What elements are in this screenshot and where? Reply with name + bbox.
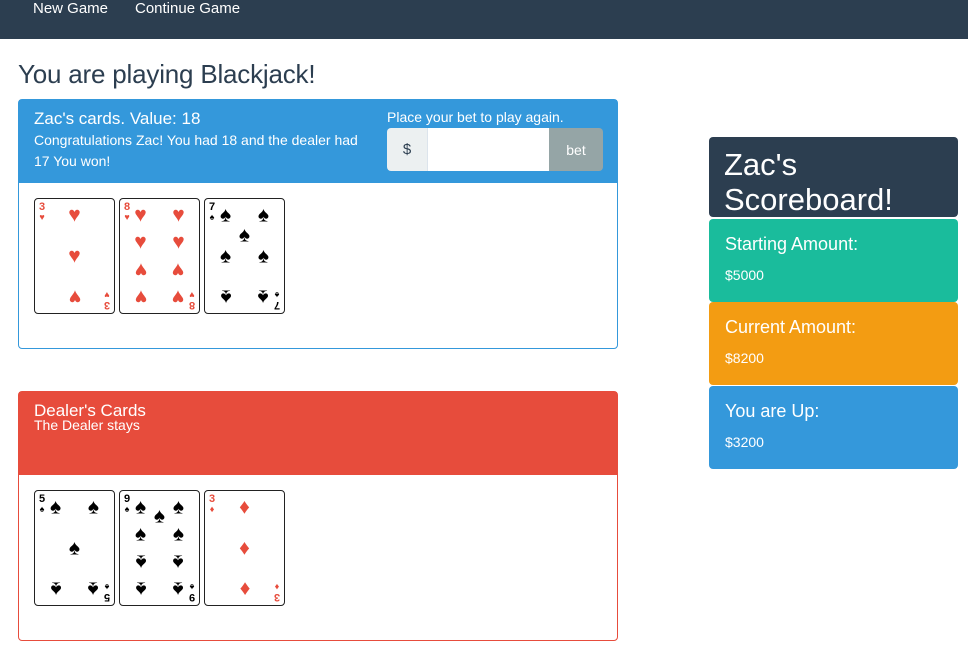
spades-icon: ♠ <box>68 536 81 560</box>
spades-icon: ♠ <box>87 495 100 519</box>
player-result-message: Congratulations Zac! You had 18 and the … <box>34 132 358 169</box>
player-cards-title: Zac's cards. Value: 18 <box>34 109 201 128</box>
net-gain-label: You are Up: <box>725 401 820 421</box>
spades-icon: ♠ <box>172 522 185 546</box>
spades-icon: ♠ <box>134 577 147 601</box>
player-panel: Zac's cards. Value: 18 Congratulations Z… <box>18 99 618 349</box>
hearts-icon: ♥ <box>68 244 81 268</box>
card-corner-index: 3 ♦ <box>207 494 217 515</box>
starting-amount-value: $5000 <box>725 267 764 283</box>
dealer-card-9-of-spades: 9 ♠ 9 ♠ ♠ ♠ ♠ ♠ ♠ ♠ ♠ ♠ ♠ <box>119 490 200 606</box>
hearts-icon: ♥ <box>134 258 147 282</box>
hearts-icon: ♥ <box>134 230 147 254</box>
diamonds-icon: ♦ <box>209 504 215 514</box>
current-amount-value: $8200 <box>725 350 764 366</box>
spades-icon: ♠ <box>238 223 251 247</box>
scoreboard-title: Zac's Scoreboard! <box>724 147 893 217</box>
player-panel-header: Zac's cards. Value: 18 Congratulations Z… <box>19 100 617 183</box>
spades-icon: ♠ <box>49 577 62 601</box>
spades-icon: ♠ <box>219 285 232 309</box>
top-navbar: New Game Continue Game <box>0 0 968 39</box>
continue-game-link[interactable]: Continue Game <box>135 0 240 17</box>
card-rank: 7 <box>273 299 281 311</box>
hearts-icon: ♥ <box>134 203 147 227</box>
spades-icon: ♠ <box>219 244 232 268</box>
starting-amount-label: Starting Amount: <box>725 234 859 254</box>
diamonds-icon: ♦ <box>239 577 250 601</box>
dealer-status-message: The Dealer stays <box>34 417 140 433</box>
dealer-panel-header: Dealer's Cards The Dealer stays <box>19 392 617 475</box>
dealer-panel: Dealer's Cards The Dealer stays 5 ♠ 5 ♠ ♠ ♠ ♠ ♠… <box>18 391 618 641</box>
spades-icon: ♠ <box>87 577 100 601</box>
net-gain-box: You are Up: $3200 <box>709 386 958 469</box>
card-rank: 3 <box>273 591 281 603</box>
player-card-8-of-hearts: 8 ♥ 8 ♥ ♥ ♥ ♥ ♥ ♥ ♥ ♥ ♥ <box>119 198 200 314</box>
spades-icon: ♠ <box>257 244 270 268</box>
new-game-link[interactable]: New Game <box>33 0 108 17</box>
scoreboard-title-box: Zac's Scoreboard! <box>709 137 958 217</box>
page-title: You are playing Blackjack! <box>18 59 316 89</box>
hearts-icon: ♥ <box>39 212 45 222</box>
card-rank: 5 <box>103 591 111 603</box>
diamonds-icon: ♦ <box>239 495 250 519</box>
spades-icon: ♠ <box>257 203 270 227</box>
player-card-3-of-hearts: 3 ♥ 3 ♥ ♥ ♥ ♥ <box>34 198 115 314</box>
card-rank: 8 <box>188 299 196 311</box>
card-corner-index: 3 ♥ <box>37 202 47 223</box>
dealer-card-3-of-diamonds: 3 ♦ 3 ♦ ♦ ♦ ♦ <box>204 490 285 606</box>
hearts-icon: ♥ <box>172 258 185 282</box>
hearts-icon: ♥ <box>104 290 110 300</box>
spades-icon: ♠ <box>172 495 185 519</box>
current-amount-box: Current Amount: $8200 <box>709 302 958 385</box>
hearts-icon: ♥ <box>134 285 147 309</box>
card-rank: 3 <box>103 299 111 311</box>
net-gain-value: $3200 <box>725 434 764 450</box>
spades-icon: ♠ <box>134 522 147 546</box>
spades-icon: ♠ <box>257 285 270 309</box>
bet-prompt: Place your bet to play again. <box>387 109 564 125</box>
card-corner-index: 3 ♥ <box>102 290 112 311</box>
currency-addon: $ <box>387 128 428 171</box>
bet-input-group: $ bet <box>387 128 603 171</box>
hearts-icon: ♥ <box>172 230 185 254</box>
bet-button[interactable]: bet <box>549 128 603 171</box>
bet-amount-input[interactable] <box>428 128 549 171</box>
hearts-icon: ♥ <box>172 285 185 309</box>
starting-amount-box: Starting Amount: $5000 <box>709 219 958 302</box>
spades-icon: ♠ <box>172 550 185 574</box>
hearts-icon: ♥ <box>68 203 81 227</box>
player-card-7-of-spades: 7 ♠ 7 ♠ ♠ ♠ ♠ ♠ ♠ ♠ ♠ <box>204 198 285 314</box>
card-rank: 9 <box>188 591 196 603</box>
spades-icon: ♠ <box>49 495 62 519</box>
diamonds-icon: ♦ <box>239 536 250 560</box>
dealer-card-5-of-spades: 5 ♠ 5 ♠ ♠ ♠ ♠ ♠ ♠ <box>34 490 115 606</box>
dealer-hand: 5 ♠ 5 ♠ ♠ ♠ ♠ ♠ ♠ 9 ♠ 9 ♠ ♠ ♠ ♠ ♠ ♠ ♠ ♠ ♠ ♠ 3 ♦ 3 ♦ ♦ ♦ ♦ <box>34 490 285 606</box>
spades-icon: ♠ <box>134 550 147 574</box>
spades-icon: ♠ <box>219 203 232 227</box>
current-amount-label: Current Amount: <box>725 317 857 337</box>
player-hand: 3 ♥ 3 ♥ ♥ ♥ ♥ 8 ♥ 8 ♥ ♥ ♥ ♥ ♥ ♥ ♥ ♥ ♥ 7 ♠ 7 ♠ ♠ ♠ ♠ ♠ ♠ ♠ ♠ <box>34 198 285 314</box>
hearts-icon: ♥ <box>68 285 81 309</box>
card-corner-index: 3 ♦ <box>272 582 282 603</box>
spades-icon: ♠ <box>172 577 185 601</box>
hearts-icon: ♥ <box>172 203 185 227</box>
